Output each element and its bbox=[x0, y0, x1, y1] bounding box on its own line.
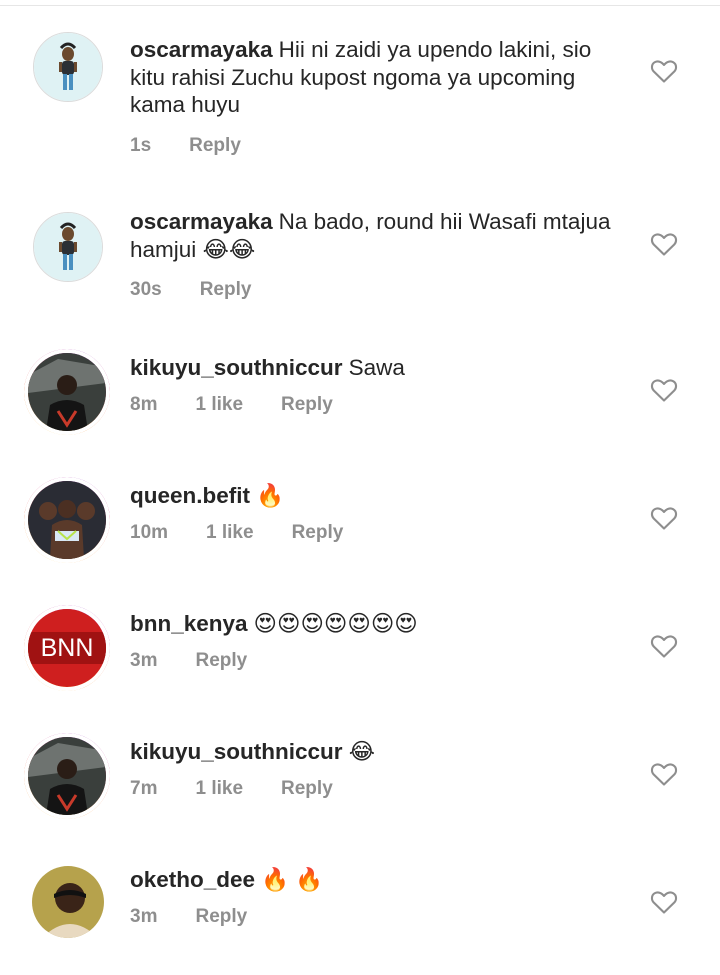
heart-outline-icon[interactable] bbox=[650, 377, 678, 403]
heart-outline-icon[interactable] bbox=[650, 889, 678, 915]
comment-username[interactable]: oscarmayaka bbox=[130, 209, 273, 234]
avatar[interactable] bbox=[33, 32, 103, 102]
cartoon-avatar-icon bbox=[34, 213, 102, 281]
divider bbox=[0, 5, 720, 6]
comment-text: 😍😍😍😍😍😍😍 bbox=[253, 611, 418, 636]
likes-count[interactable]: 1 like bbox=[206, 522, 254, 544]
avatar[interactable] bbox=[24, 733, 110, 819]
comment-username[interactable]: oketho_dee bbox=[130, 867, 255, 892]
comment-text: 🔥 🔥 bbox=[261, 867, 324, 892]
heart-outline-icon[interactable] bbox=[650, 231, 678, 257]
comment-time: 3m bbox=[130, 649, 158, 671]
comment-time: 30s bbox=[130, 279, 162, 300]
heart-outline-icon[interactable] bbox=[650, 633, 678, 659]
profile-photo-icon bbox=[28, 737, 106, 815]
comment-text: 🔥 bbox=[256, 483, 285, 508]
comment-time: 10m bbox=[130, 521, 169, 543]
heart-outline-icon[interactable] bbox=[650, 505, 678, 531]
profile-photo-icon bbox=[28, 481, 106, 559]
likes-count[interactable]: 1 like bbox=[195, 778, 243, 800]
avatar[interactable] bbox=[24, 349, 110, 435]
cartoon-avatar-icon bbox=[34, 33, 102, 101]
heart-outline-icon[interactable] bbox=[650, 761, 678, 787]
comment-username[interactable]: oscarmayaka bbox=[130, 37, 273, 62]
reply-button[interactable]: Reply bbox=[195, 906, 247, 928]
comment-time: 7m bbox=[130, 777, 158, 799]
likes-count[interactable]: 1 like bbox=[195, 394, 243, 416]
reply-button[interactable]: Reply bbox=[281, 394, 333, 416]
comment-time: 8m bbox=[130, 393, 158, 415]
avatar[interactable] bbox=[32, 866, 104, 938]
comment-time: 3m bbox=[130, 905, 158, 927]
comment-text: 😂 bbox=[348, 739, 375, 764]
comment-username[interactable]: queen.befit bbox=[130, 483, 250, 508]
comment-username[interactable]: bnn_kenya bbox=[130, 611, 248, 636]
reply-button[interactable]: Reply bbox=[200, 279, 252, 301]
profile-photo-icon bbox=[32, 866, 104, 938]
comment-username[interactable]: kikuyu_southniccur bbox=[130, 739, 343, 764]
heart-outline-icon[interactable] bbox=[650, 58, 678, 84]
comment-username[interactable]: kikuyu_southniccur bbox=[130, 355, 343, 380]
avatar[interactable] bbox=[24, 477, 110, 563]
bnn-logo: BNN bbox=[28, 609, 106, 687]
comment-text: Sawa bbox=[348, 355, 405, 380]
reply-button[interactable]: Reply bbox=[195, 650, 247, 672]
avatar[interactable]: BNN bbox=[24, 605, 110, 691]
bnn-logo-text: BNN bbox=[28, 632, 106, 664]
comment-time: 1s bbox=[130, 134, 152, 156]
avatar[interactable] bbox=[33, 212, 103, 282]
reply-button[interactable]: Reply bbox=[292, 522, 344, 544]
reply-button[interactable]: Reply bbox=[189, 135, 241, 157]
profile-photo-icon bbox=[28, 353, 106, 431]
reply-button[interactable]: Reply bbox=[281, 778, 333, 800]
